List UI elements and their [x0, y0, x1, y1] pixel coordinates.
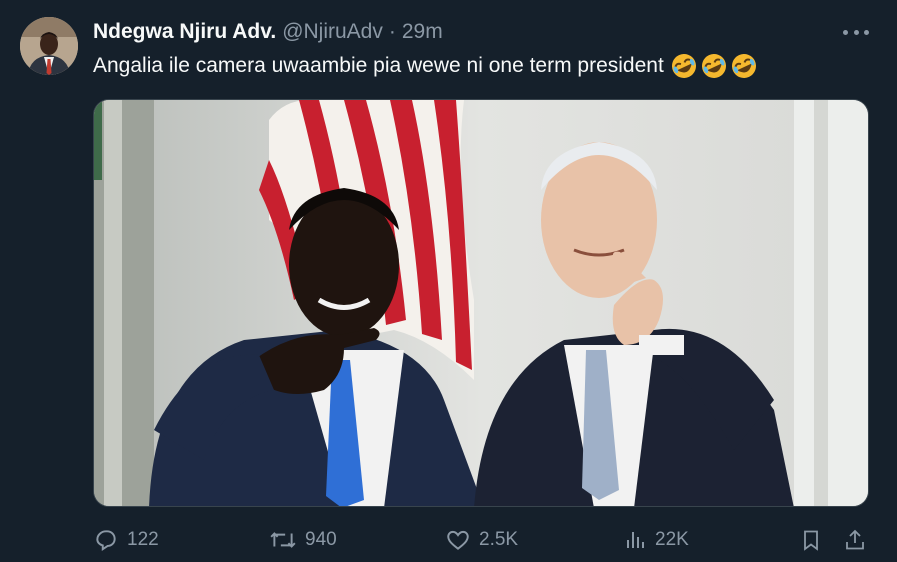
views-icon — [627, 532, 644, 548]
tweet-body: Angalia ile camera uwaambie pia wewe ni … — [93, 54, 664, 77]
tweet: Ndegwa Njiru Adv. @NjiruAdv · 29m Angali… — [0, 0, 897, 562]
rolling-on-floor-laughing-emoji — [671, 54, 696, 78]
like-button[interactable]: 2.5K — [445, 522, 518, 558]
avatar[interactable] — [20, 17, 78, 75]
views-button[interactable]: 22K — [623, 522, 689, 558]
views-count: 22K — [655, 529, 689, 550]
tweet-time[interactable]: 29m — [402, 20, 443, 44]
user-handle[interactable]: @NjiruAdv — [282, 20, 383, 44]
action-bar: 122 940 2.5K 22K — [93, 522, 873, 558]
emoji-row — [670, 52, 758, 80]
bookmark-button[interactable] — [799, 522, 823, 558]
separator-dot: · — [388, 20, 396, 43]
rolling-on-floor-laughing-emoji — [701, 54, 726, 78]
more-dot — [864, 29, 869, 35]
repost-button[interactable]: 940 — [269, 522, 337, 558]
share-button[interactable] — [843, 522, 867, 558]
bookmark-icon — [804, 530, 818, 551]
reply-button[interactable]: 122 — [93, 522, 159, 558]
like-count: 2.5K — [479, 529, 519, 550]
reply-icon — [96, 530, 116, 552]
tweet-photo[interactable] — [93, 99, 869, 507]
share-icon — [846, 529, 864, 550]
heart-icon — [447, 530, 469, 550]
avatar-image — [20, 17, 78, 75]
more-dot — [853, 29, 859, 35]
more-dot — [843, 29, 848, 35]
tweet-text: Angalia ile camera uwaambie pia wewe ni … — [93, 51, 758, 81]
more-horizontal-icon[interactable] — [843, 20, 869, 44]
display-name[interactable]: Ndegwa Njiru Adv. — [93, 20, 276, 44]
reply-count: 122 — [127, 529, 159, 550]
tweet-header: Ndegwa Njiru Adv. @NjiruAdv · 29m — [93, 18, 443, 46]
repost-count: 940 — [305, 529, 337, 550]
photo-image — [94, 100, 868, 506]
repost-icon — [270, 532, 296, 548]
rolling-on-floor-laughing-emoji — [731, 54, 756, 78]
